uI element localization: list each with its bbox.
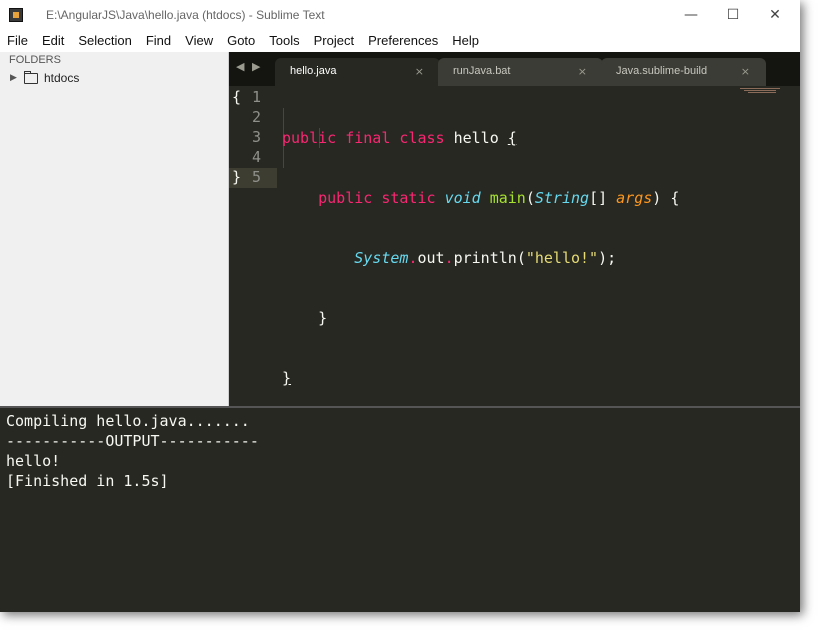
gutter-line: 4 [229,148,277,168]
folder-item-htdocs[interactable]: ▶ htdocs [10,70,79,86]
minimap[interactable] [740,88,784,98]
token-punct: ( [525,189,535,207]
gutter-line: } 5 [229,168,277,188]
line-number: 3 [251,128,261,146]
menu-file[interactable]: File [0,31,35,52]
token-brace: } [318,309,328,327]
token-punct: ( [516,249,526,267]
menu-tools[interactable]: Tools [262,31,306,52]
code-editor[interactable]: { 1 2 3 4 } 5 public final class hello {… [229,86,800,406]
output-line: -----------OUTPUT----------- [6,432,259,450]
output-line: Compiling hello.java....... [6,412,250,430]
output-line: hello! [6,452,61,470]
tab-close-icon[interactable]: × [741,65,750,78]
tab-label: Java.sublime-build [616,65,708,77]
token-type: String [534,189,590,207]
tab-close-icon[interactable]: × [578,65,587,78]
line-number: 4 [251,148,261,166]
code-line-5: } [282,368,679,388]
line-number: 5 [251,168,261,186]
title-bar: E:\AngularJS\Java\hello.java (htdocs) - … [0,0,800,31]
menu-project[interactable]: Project [307,31,361,52]
code-text: public final class hello { public static… [282,88,679,428]
sublime-app-icon [9,8,23,22]
menu-goto[interactable]: Goto [220,31,262,52]
tab-java-sublime-build[interactable]: Java.sublime-build × [601,58,766,86]
token-keyword: public [282,129,337,147]
token-keyword: class [399,129,445,147]
build-output-panel[interactable]: Compiling hello.java....... -----------O… [0,406,800,612]
minimize-button[interactable]: — [676,5,706,25]
menu-find[interactable]: Find [139,31,178,52]
minimap-line [748,92,776,93]
window-title: E:\AngularJS\Java\hello.java (htdocs) - … [46,8,325,22]
menu-selection[interactable]: Selection [71,31,138,52]
code-line-2: public static void main(String[] args) { [282,188,679,208]
close-button[interactable]: ✕ [760,5,790,25]
token-punct: ) { [652,189,680,207]
tab-runjava-bat[interactable]: runJava.bat × [438,58,603,86]
token-method: println [453,249,517,267]
menu-edit[interactable]: Edit [35,31,71,52]
token-field: out [417,249,445,267]
tab-close-icon[interactable]: × [415,65,424,78]
tab-back-arrow-icon[interactable]: ◀ [236,60,244,73]
expand-arrow-icon[interactable]: ▶ [10,73,24,83]
menu-preferences[interactable]: Preferences [361,31,445,52]
sidebar: FOLDERS ▶ htdocs [0,52,229,406]
code-line-4: } [282,308,679,328]
line-number: 2 [251,108,261,126]
token-dot: . [444,249,454,267]
folders-header: FOLDERS [9,54,61,66]
menu-help[interactable]: Help [445,31,486,52]
code-line-1: public final class hello { [282,128,679,148]
token-punct: ); [598,249,617,267]
token-class-name: hello [453,129,499,147]
fold-marker[interactable]: } [232,168,241,186]
tab-label: runJava.bat [453,65,511,77]
tab-forward-arrow-icon[interactable]: ▶ [252,60,260,73]
sublime-window: E:\AngularJS\Java\hello.java (htdocs) - … [0,0,800,612]
token-punct: [] [589,189,617,207]
fold-marker[interactable]: { [232,88,241,106]
tab-label: hello.java [290,65,337,77]
code-line-3: System.out.println("hello!"); [282,248,679,268]
token-type: void [444,189,481,207]
token-type: System [354,249,409,267]
minimap-line [740,88,780,89]
token-brace: { [507,129,517,147]
token-keyword: static [381,189,436,207]
tab-bar: ◀ ▶ hello.java × runJava.bat × Java.subl… [229,52,800,86]
folder-label: htdocs [44,71,80,85]
token-function: main [489,189,526,207]
gutter-line: 2 [229,108,277,128]
gutter-line: 3 [229,128,277,148]
token-keyword: public [318,189,373,207]
minimap-line [744,90,776,91]
line-number: 1 [251,88,261,106]
token-string: "hello!" [525,249,599,267]
output-line: [Finished in 1.5s] [6,472,169,490]
gutter-line: { 1 [229,88,277,108]
menu-bar: File Edit Selection Find View Goto Tools… [0,31,800,52]
tab-hello-java[interactable]: hello.java × [275,58,440,86]
token-argument: args [616,189,653,207]
token-keyword: final [345,129,391,147]
maximize-button[interactable]: ☐ [718,5,748,25]
menu-view[interactable]: View [178,31,220,52]
folder-icon [24,70,38,84]
token-brace: } [282,369,292,387]
